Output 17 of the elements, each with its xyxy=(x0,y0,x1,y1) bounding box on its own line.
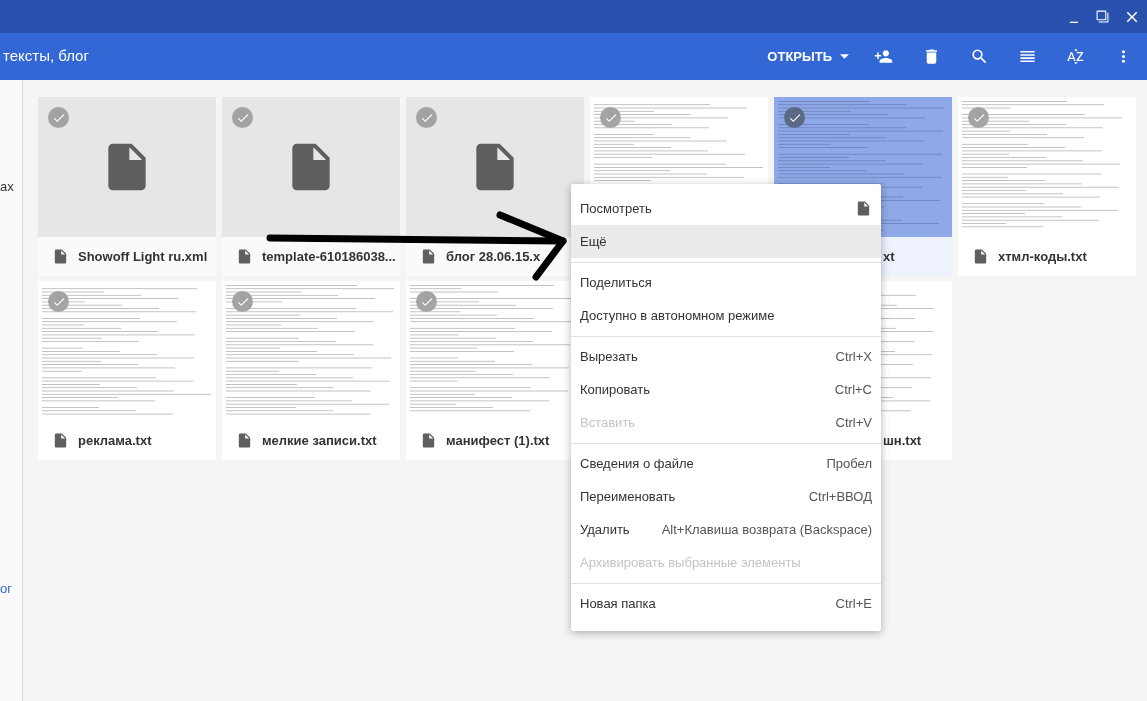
file-name: template-610186038... xyxy=(262,247,396,266)
shortcut-label: Пробел xyxy=(826,454,872,473)
shortcut-label: Alt+Клавиша возврата (Backspace) xyxy=(661,520,872,539)
shortcut-label: Ctrl+ВВОД xyxy=(808,487,872,506)
file-name: манифест (1).txt xyxy=(446,431,550,450)
file-name: Showoff Light ru.xml xyxy=(78,247,208,266)
file-name: реклама.txt xyxy=(78,431,152,450)
shortcut-label: Ctrl+V xyxy=(835,413,872,432)
shortcut-label: Ctrl+X xyxy=(835,347,872,366)
folder-title: тексты, блог xyxy=(2,46,89,67)
file-name: хтмл-коды.txt xyxy=(998,247,1087,266)
shortcut-label: Ctrl+C xyxy=(834,380,872,399)
file-name: xt xyxy=(883,247,895,266)
shortcut-label: Ctrl+E xyxy=(835,594,872,613)
file-name: шн.txt xyxy=(883,431,922,450)
file-name: блог 28.06.15.x xyxy=(446,247,541,266)
file-name: мелкие записи.txt xyxy=(262,431,377,450)
